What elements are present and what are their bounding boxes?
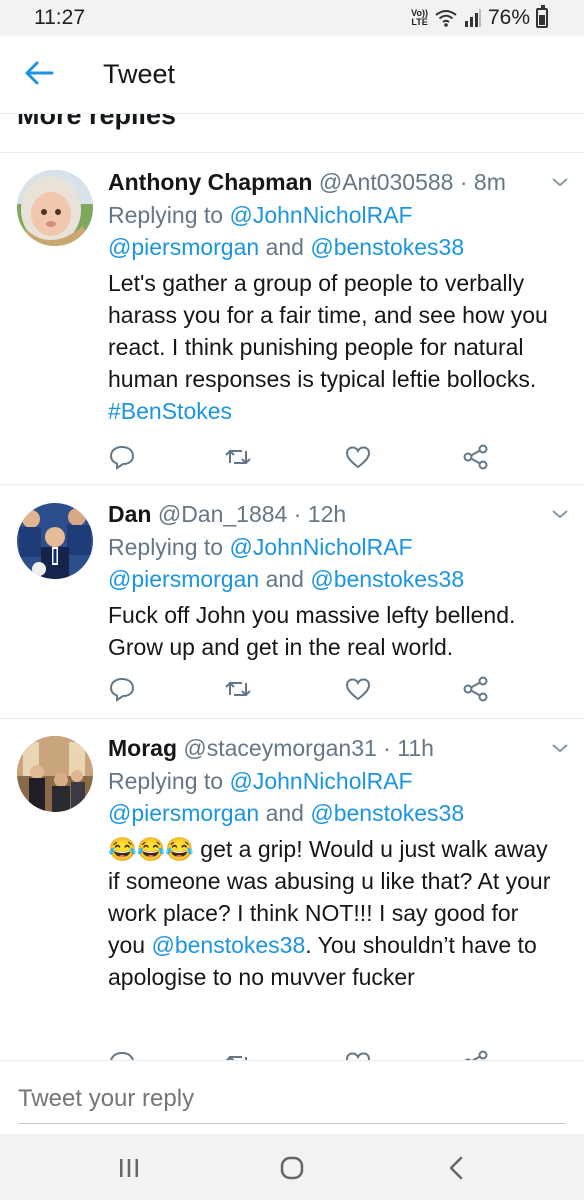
reply-underline [18, 1123, 566, 1124]
tweet-actions [108, 443, 488, 473]
tweet-text-body: Let's gather a group of people to verbal… [108, 270, 548, 392]
status-time: 11:27 [34, 6, 85, 29]
replying-to-label: Replying to [108, 768, 230, 794]
battery-percent: 76% [487, 6, 530, 29]
volte-bottom-label: LTE [411, 17, 428, 27]
mention-link[interactable]: @JohnNicholRAF [229, 768, 412, 794]
back-icon[interactable] [441, 1152, 473, 1184]
replying-to-label: Replying to [108, 534, 230, 560]
caret-down-icon[interactable] [550, 175, 570, 189]
tweet-time: 8m [473, 169, 506, 195]
caret-down-icon[interactable] [550, 741, 570, 755]
author-handle[interactable]: @staceymorgan31 [183, 735, 376, 761]
wifi-icon [435, 10, 457, 27]
tweet-time: 12h [307, 501, 347, 527]
reply-list[interactable]: More replies Anthony Chapman @Ant030588 … [0, 114, 584, 1060]
app-header: Tweet [0, 36, 584, 114]
page-title: Tweet [103, 59, 176, 89]
tweet-header: Anthony Chapman @Ant030588 · 8m [108, 167, 560, 199]
avatar-image [17, 736, 93, 812]
mention-link[interactable]: @benstokes38 [310, 234, 464, 260]
avatar[interactable] [17, 736, 93, 812]
separator: · [287, 501, 308, 527]
retweet-icon[interactable] [224, 1049, 252, 1060]
hashtag-link[interactable]: #BenStokes [108, 398, 232, 424]
mention-link[interactable]: @JohnNicholRAF [229, 202, 412, 228]
reply-icon[interactable] [108, 1049, 136, 1060]
share-icon[interactable] [462, 1049, 490, 1060]
share-icon[interactable] [462, 675, 490, 703]
recent-apps-icon[interactable] [113, 1152, 145, 1184]
reply-input[interactable] [18, 1085, 558, 1113]
replying-to: Replying to @JohnNicholRAF @piersmorgan … [108, 765, 560, 829]
battery-icon [536, 5, 548, 28]
tweet-time: 11h [397, 735, 434, 761]
mention-link[interactable]: @benstokes38 [151, 932, 305, 958]
author-name[interactable]: Anthony Chapman [108, 169, 312, 195]
tweet-header: Morag @staceymorgan31 · 11h [108, 733, 560, 765]
share-icon[interactable] [462, 443, 490, 471]
author-name[interactable]: Dan [108, 501, 151, 527]
tweet-header: Dan @Dan_1884 · 12h [108, 499, 560, 531]
section-title: More replies [17, 114, 177, 130]
separator: · [453, 169, 474, 195]
replying-to: Replying to @JohnNicholRAF @piersmorgan … [108, 199, 560, 263]
and-label: and [259, 566, 311, 592]
tweet-actions [108, 1049, 488, 1060]
volte-icon: Vo)) LTE [411, 9, 428, 27]
separator: · [376, 735, 398, 761]
avatar[interactable] [17, 503, 93, 579]
home-icon[interactable] [276, 1152, 308, 1184]
reply-icon[interactable] [108, 675, 136, 703]
tweet-text: 😂😂😂 get a grip! Would u just walk away i… [108, 833, 560, 993]
author-handle[interactable]: @Ant030588 [319, 169, 454, 195]
tweet-text: Let's gather a group of people to verbal… [108, 267, 560, 427]
mention-link[interactable]: @benstokes38 [310, 800, 464, 826]
status-bar: 11:27 Vo)) LTE 76% [0, 0, 584, 36]
retweet-icon[interactable] [224, 675, 252, 703]
arrow-left-icon[interactable] [22, 56, 56, 90]
caret-down-icon[interactable] [550, 507, 570, 521]
tweet-item[interactable]: Morag @staceymorgan31 · 11h Replying to … [0, 719, 584, 1060]
replying-to: Replying to @JohnNicholRAF @piersmorgan … [108, 531, 560, 595]
reply-icon[interactable] [108, 443, 136, 471]
like-icon[interactable] [344, 1049, 372, 1060]
like-icon[interactable] [344, 443, 372, 471]
system-nav-bar [0, 1134, 584, 1200]
avatar-image [17, 170, 93, 246]
tweet-actions [108, 675, 488, 705]
tweet-item[interactable]: Dan @Dan_1884 · 12h Replying to @JohnNic… [0, 485, 584, 719]
author-handle[interactable]: @Dan_1884 [158, 501, 288, 527]
mention-link[interactable]: @piersmorgan [108, 566, 259, 592]
mention-link[interactable]: @piersmorgan [108, 234, 259, 260]
tweet-item[interactable]: Anthony Chapman @Ant030588 · 8m Replying… [0, 153, 584, 485]
author-name[interactable]: Morag [108, 735, 177, 761]
avatar[interactable] [17, 170, 93, 246]
mention-link[interactable]: @piersmorgan [108, 800, 259, 826]
tweet-text-body: Fuck off John you massive lefty bellend.… [108, 602, 516, 660]
reply-composer [0, 1060, 584, 1134]
status-icons: Vo)) LTE 76% [411, 5, 548, 30]
avatar-image [17, 503, 93, 579]
mention-link[interactable]: @JohnNicholRAF [229, 534, 412, 560]
mention-link[interactable]: @benstokes38 [310, 566, 464, 592]
signal-icon [464, 9, 481, 27]
and-label: and [259, 800, 311, 826]
and-label: and [259, 234, 311, 260]
replying-to-label: Replying to [108, 202, 230, 228]
tweet-text: Fuck off John you massive lefty bellend.… [108, 599, 560, 663]
laughing-emoji-icon: 😂😂😂 [108, 836, 194, 862]
like-icon[interactable] [344, 675, 372, 703]
retweet-icon[interactable] [224, 443, 252, 471]
